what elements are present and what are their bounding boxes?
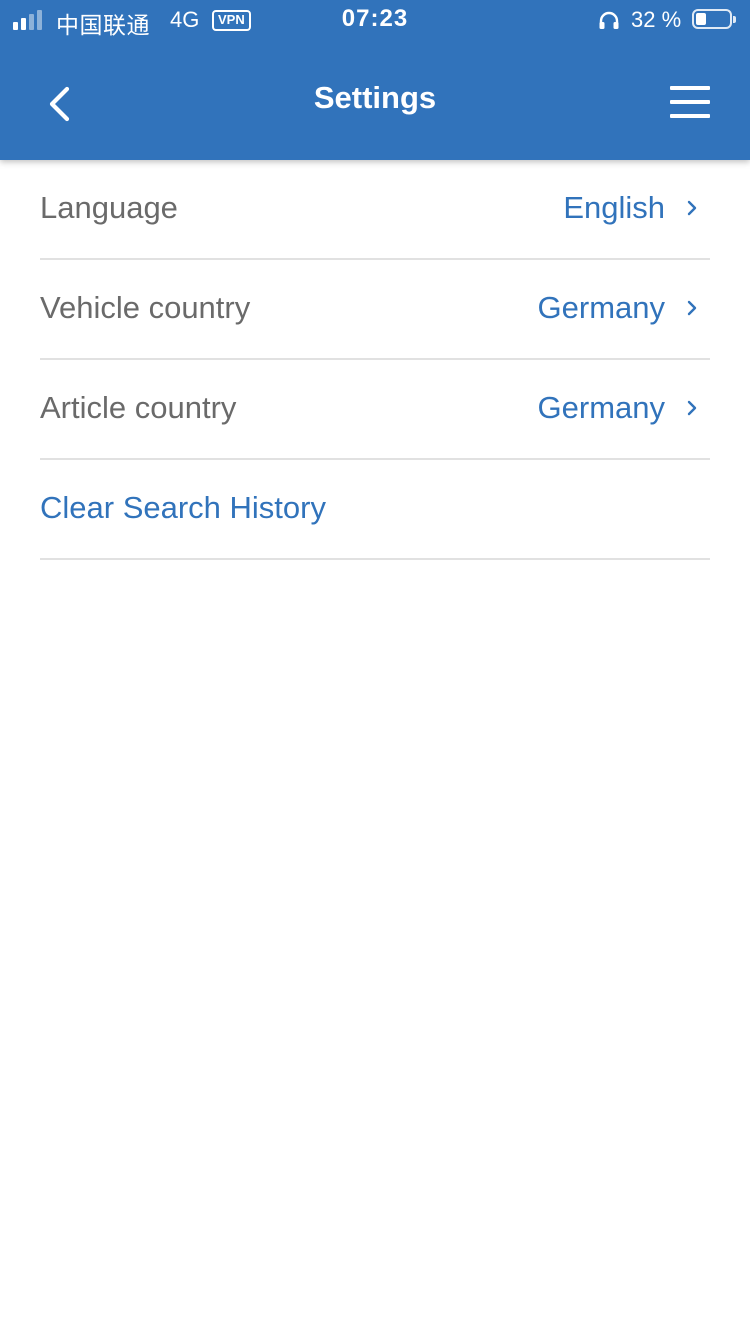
chevron-right-icon — [687, 200, 697, 216]
language-setting-row[interactable]: Language English — [40, 160, 710, 260]
article-country-setting-row[interactable]: Article country Germany — [40, 360, 710, 460]
language-label: Language — [40, 190, 178, 225]
status-bar: 中国联通 4G VPN 07:23 32 % — [0, 0, 750, 40]
chevron-right-icon — [687, 400, 697, 416]
page-title: Settings — [313, 80, 437, 115]
app-header: 中国联通 4G VPN 07:23 32 % Settings — [0, 0, 750, 160]
vehicle-country-setting-row[interactable]: Vehicle country Germany — [40, 260, 710, 360]
battery-icon — [692, 9, 736, 29]
language-value: English — [563, 190, 665, 225]
article-country-label: Article country — [40, 390, 237, 425]
chevron-right-icon — [687, 300, 697, 316]
settings-list: Language English Vehicle country Germany… — [40, 160, 710, 560]
clear-search-history-button[interactable]: Clear Search History — [40, 490, 326, 526]
menu-button[interactable] — [664, 80, 716, 124]
battery-percentage: 32 % — [631, 7, 682, 32]
article-country-value: Germany — [537, 390, 665, 425]
clear-search-history-row[interactable]: Clear Search History — [40, 460, 710, 560]
hamburger-menu-icon — [670, 86, 710, 90]
headphones-icon — [599, 11, 619, 29]
vehicle-country-value: Germany — [537, 290, 665, 325]
vehicle-country-label: Vehicle country — [40, 290, 251, 325]
